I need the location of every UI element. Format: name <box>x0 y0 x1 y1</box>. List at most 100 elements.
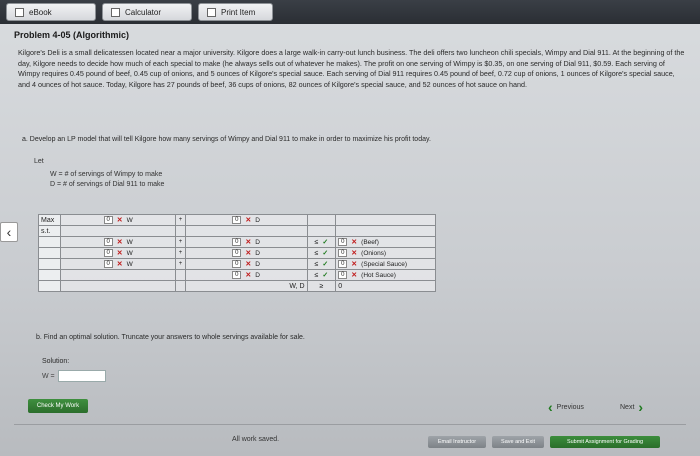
part-a-prompt: a. Develop an LP model that will tell Ki… <box>22 136 431 143</box>
var-label: W <box>126 260 133 268</box>
x-mark-icon: ✕ <box>245 272 252 279</box>
lp-model-table: Max 0 ✕ W + 0 ✕ D s.t. 0 ✕ W + 0 ✕ D ≤ ✓… <box>37 214 436 292</box>
calculator-icon <box>111 7 120 17</box>
previous-label: Previous <box>556 403 584 411</box>
var-label: D <box>255 271 260 279</box>
let-label: Let <box>34 158 44 165</box>
x-mark-icon: ✕ <box>116 250 123 257</box>
rhs-input[interactable]: 0 <box>338 249 348 257</box>
coef-input[interactable]: 0 <box>103 238 113 246</box>
x-mark-icon: ✕ <box>245 217 252 224</box>
objective-coef-w-input[interactable]: 0 <box>103 216 113 224</box>
save-status: All work saved. <box>232 436 280 443</box>
check-icon: ✓ <box>322 250 329 257</box>
book-icon <box>15 7 24 17</box>
x-mark-icon: ✕ <box>245 261 252 268</box>
tab-calculator-label: Calculator <box>125 7 162 17</box>
var-label: D <box>255 216 260 224</box>
w-label: W = <box>42 372 55 380</box>
chevron-left-icon: ‹ <box>548 399 553 415</box>
constraint-row: 0 ✕ D ≤ ✓ 0 ✕ (Hot Sauce) <box>37 269 436 281</box>
constraint-row: 0 ✕ W + 0 ✕ D ≤ ✓ 0 ✕ (Special Sauce) <box>37 258 436 270</box>
x-mark-icon: ✕ <box>116 239 123 246</box>
constraint-name: (Beef) <box>361 238 379 246</box>
nonneg-vars: W, D <box>184 280 308 292</box>
plus-sign: + <box>175 258 186 270</box>
submit-assignment-button[interactable]: Submit Assignment for Grading <box>550 436 660 448</box>
x-mark-icon: ✕ <box>351 261 358 268</box>
max-label: Max <box>37 214 62 226</box>
email-instructor-button[interactable]: Email Instructor <box>428 436 486 448</box>
screen: eBook Calculator Print Item Problem 4-05… <box>0 0 700 456</box>
chevron-left-icon[interactable]: ‹ <box>0 222 18 242</box>
x-mark-icon: ✕ <box>351 239 358 246</box>
w-answer-input[interactable] <box>57 370 106 382</box>
var-label: D <box>255 249 260 257</box>
variable-definitions: W = # of servings of Wimpy to make D = #… <box>50 170 164 190</box>
w-answer-row: W = <box>42 370 106 382</box>
print-icon <box>207 7 216 17</box>
definition-w: W = # of servings of Wimpy to make <box>50 171 163 178</box>
st-label: s.t. <box>37 225 62 237</box>
coef-input[interactable]: 0 <box>103 249 113 257</box>
check-icon: ✓ <box>322 239 329 246</box>
x-mark-icon: ✕ <box>116 217 123 224</box>
check-my-work-button[interactable]: Check My Work <box>28 399 88 413</box>
relation-select[interactable]: ≤ <box>315 261 319 268</box>
rhs-input[interactable]: 0 <box>338 271 348 279</box>
constraint-name: (Special Sauce) <box>361 260 408 268</box>
coef-input[interactable]: 0 <box>232 238 242 246</box>
coef-input[interactable]: 0 <box>232 249 242 257</box>
tab-ebook[interactable]: eBook <box>6 3 96 21</box>
rhs-input[interactable]: 0 <box>338 260 348 268</box>
check-icon: ✓ <box>322 272 329 279</box>
next-button[interactable]: Next › <box>620 399 644 415</box>
plus-sign: + <box>175 236 186 248</box>
nonneg-relation: ≥ <box>319 282 324 290</box>
coef-input[interactable]: 0 <box>232 260 242 268</box>
constraint-name: (Onions) <box>361 249 387 257</box>
nonneg-value: 0 <box>338 282 343 290</box>
constraint-name: (Hot Sauce) <box>361 271 396 279</box>
var-label: W <box>126 216 133 224</box>
solution-label: Solution: <box>42 358 70 365</box>
nonneg-row: W, D ≥ 0 <box>37 280 436 292</box>
var-label: W <box>126 249 133 257</box>
plus-sign: + <box>175 214 186 226</box>
constraint-row: 0 ✕ W + 0 ✕ D ≤ ✓ 0 ✕ (Onions) <box>37 247 436 259</box>
problem-text: Kilgore's Deli is a small delicatessen l… <box>18 48 685 89</box>
divider <box>14 424 686 425</box>
chevron-right-icon: › <box>638 399 644 415</box>
relation-select[interactable]: ≤ <box>315 239 319 246</box>
tab-calculator[interactable]: Calculator <box>102 3 192 21</box>
st-row: s.t. <box>37 225 436 237</box>
relation-select[interactable]: ≤ <box>315 272 319 279</box>
tab-print-item[interactable]: Print Item <box>198 3 273 21</box>
x-mark-icon: ✕ <box>245 239 252 246</box>
x-mark-icon: ✕ <box>351 250 358 257</box>
plus-sign: + <box>175 247 186 259</box>
relation-select[interactable]: ≤ <box>315 250 319 257</box>
definition-d: D = # of servings of Dial 911 to make <box>50 181 165 188</box>
x-mark-icon: ✕ <box>351 272 358 279</box>
x-mark-icon: ✕ <box>116 261 123 268</box>
check-icon: ✓ <box>322 261 329 268</box>
var-label: W <box>126 238 133 246</box>
x-mark-icon: ✕ <box>245 250 252 257</box>
var-label: D <box>255 238 260 246</box>
objective-row: Max 0 ✕ W + 0 ✕ D <box>37 214 436 226</box>
objective-coef-d-input[interactable]: 0 <box>232 216 242 224</box>
coef-input[interactable]: 0 <box>103 260 113 268</box>
save-and-exit-button[interactable]: Save and Exit <box>492 436 544 448</box>
tab-bar: eBook Calculator Print Item <box>0 0 700 24</box>
tab-ebook-label: eBook <box>29 7 52 17</box>
page-title: Problem 4-05 (Algorithmic) <box>14 30 130 40</box>
rhs-input[interactable]: 0 <box>338 238 348 246</box>
previous-button[interactable]: ‹ Previous <box>548 399 584 415</box>
next-label: Next <box>620 403 635 411</box>
var-label: D <box>255 260 260 268</box>
part-b-prompt: b. Find an optimal solution. Truncate yo… <box>36 334 305 341</box>
tab-print-label: Print Item <box>221 7 256 17</box>
coef-input[interactable]: 0 <box>232 271 242 279</box>
constraint-row: 0 ✕ W + 0 ✕ D ≤ ✓ 0 ✕ (Beef) <box>37 236 436 248</box>
